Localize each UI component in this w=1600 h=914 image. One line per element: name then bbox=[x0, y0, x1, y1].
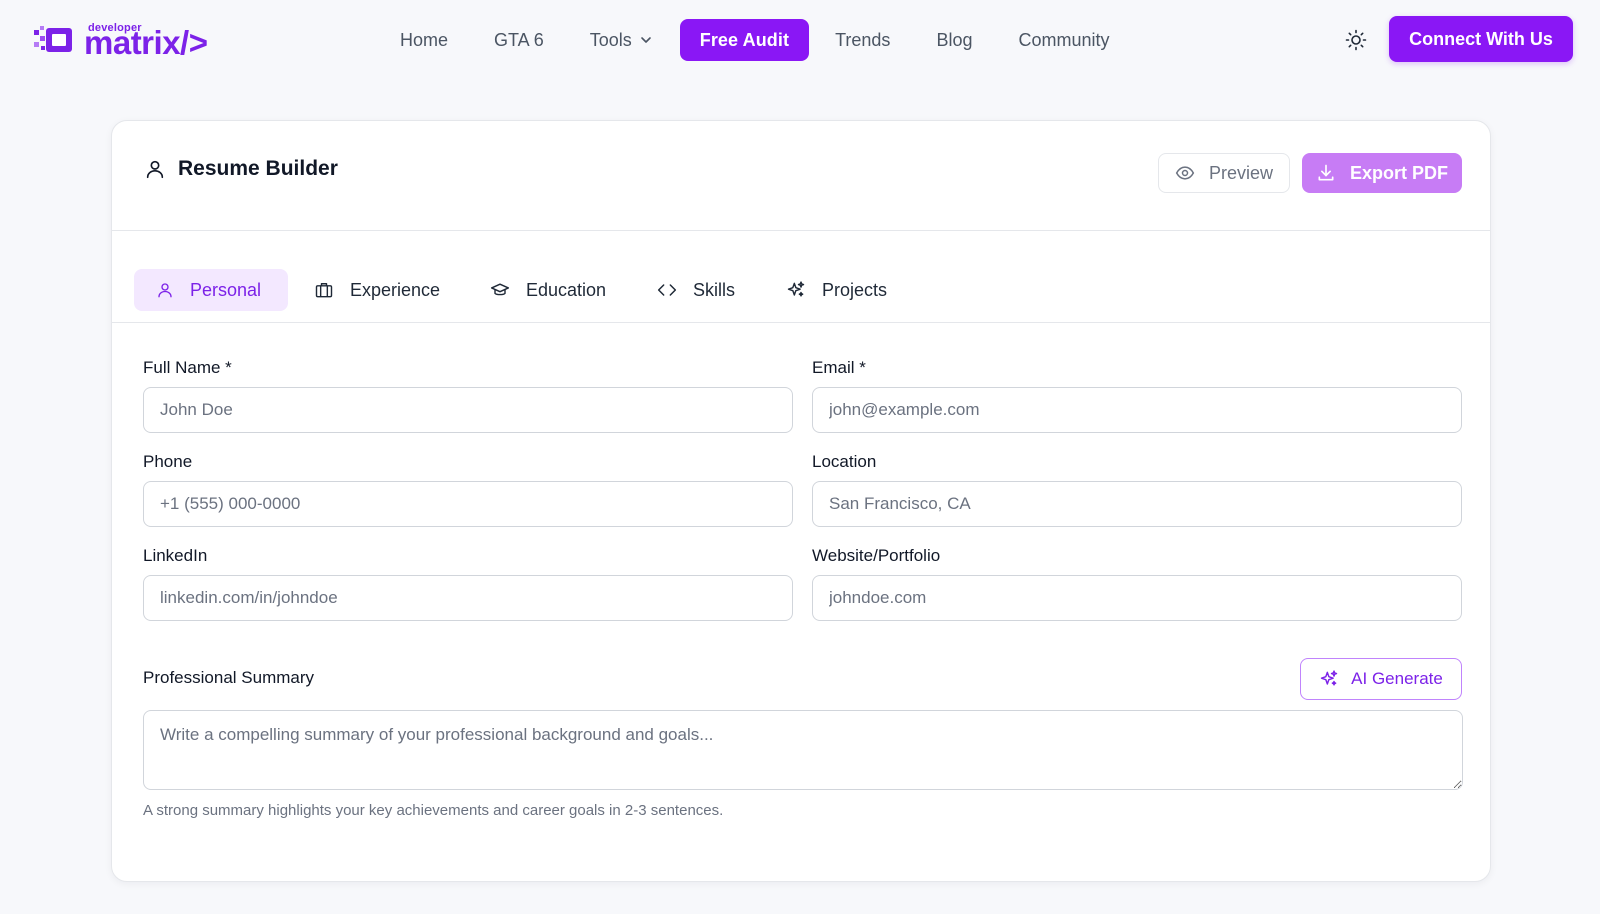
email-label: Email * bbox=[812, 358, 866, 377]
section-tabs: Personal Experience Education Skills Pro… bbox=[112, 231, 1490, 323]
preview-label: Preview bbox=[1208, 162, 1274, 183]
sun-icon[interactable] bbox=[1344, 28, 1368, 52]
user-icon bbox=[144, 158, 166, 180]
website-label: Website/Portfolio bbox=[812, 546, 941, 565]
nav-gta6-label: GTA 6 bbox=[494, 29, 544, 50]
summary-label: Professional Summary bbox=[143, 668, 315, 687]
logo-big-text: matrix/> bbox=[84, 24, 208, 61]
full-name-input[interactable] bbox=[143, 387, 793, 433]
export-label: Export PDF bbox=[1349, 162, 1448, 183]
eye-icon bbox=[1175, 163, 1195, 183]
ai-generate-label: AI Generate bbox=[1351, 669, 1443, 688]
location-label: Location bbox=[812, 452, 877, 471]
export-pdf-button[interactable]: Export PDF bbox=[1302, 153, 1462, 193]
resume-builder-card: Resume Builder Preview Export PDF Person… bbox=[111, 120, 1491, 882]
nav-community[interactable]: Community bbox=[1018, 30, 1109, 51]
email-input[interactable] bbox=[812, 387, 1462, 433]
code-icon bbox=[657, 280, 677, 300]
chevron-down-icon bbox=[640, 34, 652, 46]
download-icon bbox=[1316, 163, 1336, 183]
tab-personal-label: Personal bbox=[190, 279, 262, 300]
location-input[interactable] bbox=[812, 481, 1462, 527]
logo-mark-icon bbox=[32, 24, 76, 56]
tab-skills[interactable]: Skills bbox=[635, 269, 757, 311]
nav-home[interactable]: Home bbox=[400, 30, 448, 51]
tab-education[interactable]: Education bbox=[468, 269, 628, 311]
user-icon bbox=[156, 281, 174, 299]
nav-gta6[interactable]: GTA 6 bbox=[494, 30, 544, 51]
free-audit-label: Free Audit bbox=[699, 29, 790, 50]
tab-projects[interactable]: Projects bbox=[764, 269, 909, 311]
nav-links: Home GTA 6 Tools Free Audit Trends Blog … bbox=[400, 18, 1156, 62]
nav-tools-label: Tools bbox=[589, 29, 632, 50]
nav-home-label: Home bbox=[400, 29, 449, 50]
preview-button[interactable]: Preview bbox=[1158, 153, 1290, 193]
linkedin-input[interactable] bbox=[143, 575, 793, 621]
linkedin-label: LinkedIn bbox=[143, 546, 208, 565]
nav-trends[interactable]: Trends bbox=[835, 30, 890, 51]
tab-projects-label: Projects bbox=[822, 279, 888, 300]
phone-input[interactable] bbox=[143, 481, 793, 527]
nav-blog-label: Blog bbox=[936, 29, 973, 50]
summary-textarea[interactable] bbox=[143, 710, 1463, 790]
ai-generate-button[interactable]: AI Generate bbox=[1300, 658, 1462, 700]
phone-label: Phone bbox=[143, 452, 193, 471]
nav-trends-label: Trends bbox=[835, 29, 891, 50]
free-audit-button[interactable]: Free Audit bbox=[679, 19, 810, 61]
connect-label: Connect With Us bbox=[1409, 28, 1553, 49]
sparkles-icon bbox=[1319, 669, 1339, 689]
brand-logo[interactable]: developer matrix/> bbox=[32, 22, 244, 61]
sparkles-icon bbox=[786, 280, 806, 300]
nav-tools-dropdown[interactable]: Tools bbox=[590, 30, 652, 51]
connect-with-us-button[interactable]: Connect With Us bbox=[1389, 16, 1573, 62]
page-title-text: Resume Builder bbox=[178, 157, 338, 180]
tab-education-label: Education bbox=[526, 279, 607, 300]
tab-experience-label: Experience bbox=[350, 279, 441, 300]
website-input[interactable] bbox=[812, 575, 1462, 621]
briefcase-icon bbox=[314, 280, 334, 300]
page-title: Resume Builder bbox=[144, 157, 338, 181]
nav-blog[interactable]: Blog bbox=[936, 30, 972, 51]
logo-text: developer matrix/> bbox=[84, 22, 244, 61]
tab-experience[interactable]: Experience bbox=[292, 269, 462, 311]
full-name-label: Full Name * bbox=[143, 358, 232, 377]
tab-skills-label: Skills bbox=[693, 279, 736, 300]
summary-hint: A strong summary highlights your key ach… bbox=[143, 802, 724, 819]
card-header: Resume Builder Preview Export PDF bbox=[112, 121, 1490, 231]
graduation-cap-icon bbox=[490, 280, 510, 300]
top-nav: developer matrix/> Home GTA 6 Tools Free… bbox=[0, 0, 1600, 80]
nav-community-label: Community bbox=[1018, 29, 1110, 50]
tab-personal[interactable]: Personal bbox=[134, 269, 288, 311]
